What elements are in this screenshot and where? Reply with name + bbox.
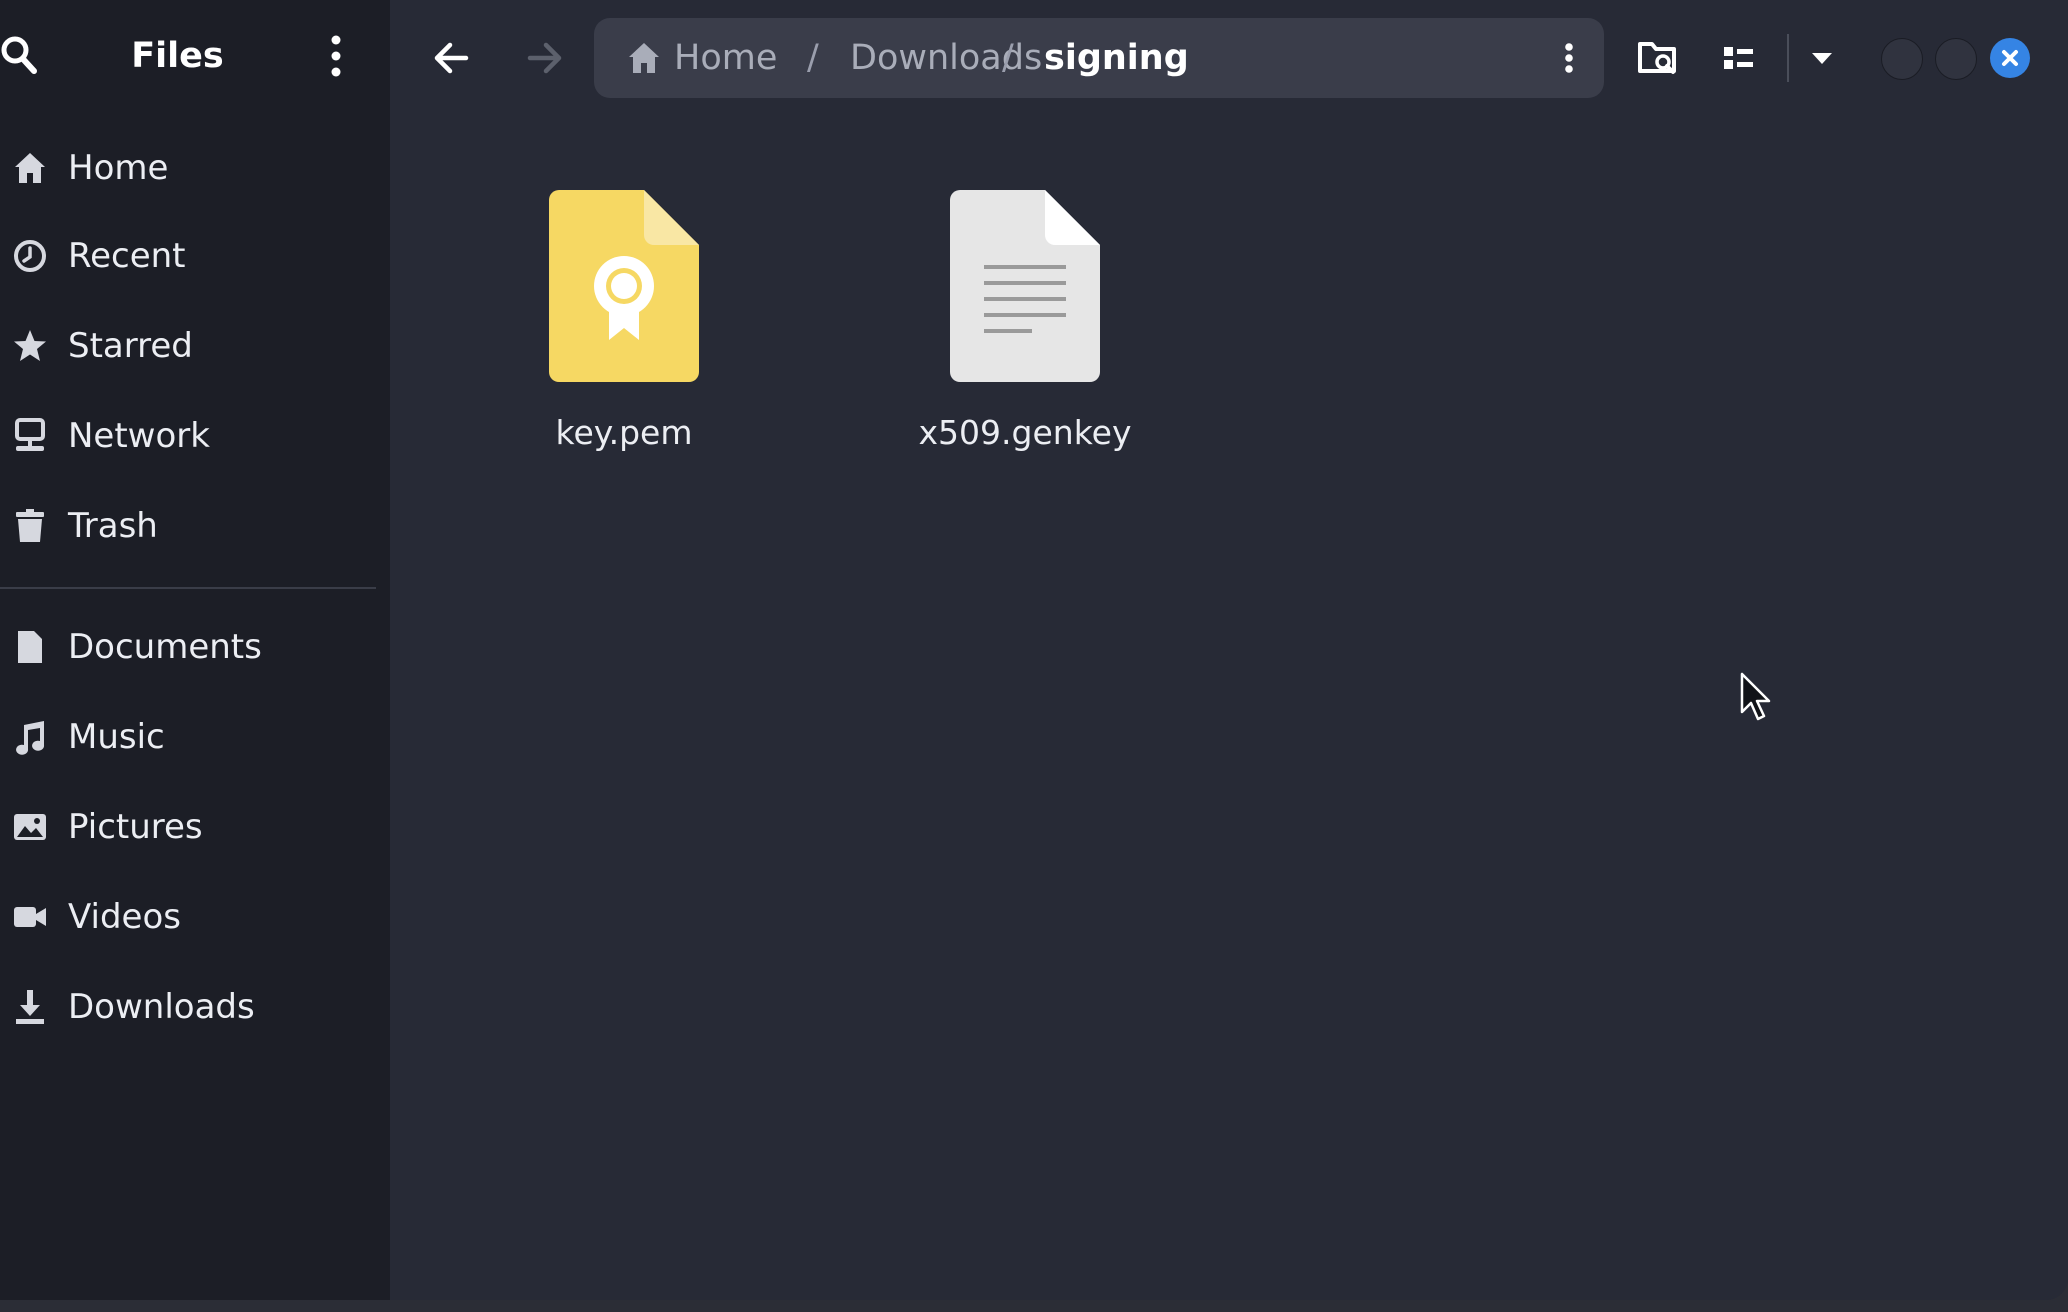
- sidebar-item-label: Pictures: [68, 807, 203, 847]
- sidebar-item-trash[interactable]: Trash: [0, 483, 380, 569]
- sidebar-item-videos[interactable]: Videos: [0, 874, 380, 960]
- pictures-icon: [14, 814, 46, 840]
- sidebar-divider: [0, 587, 376, 589]
- content-area: Home / Downloads / signing key.pem x509.…: [390, 0, 2068, 1300]
- sidebar-item-label: Trash: [68, 506, 158, 546]
- sidebar-item-downloads[interactable]: Downloads: [0, 964, 380, 1050]
- document-icon: [18, 631, 42, 663]
- header-bar: Home / Downloads / signing: [390, 0, 2068, 114]
- sidebar-item-label: Music: [68, 717, 165, 757]
- close-icon: [2002, 50, 2018, 66]
- text-file-icon: [950, 190, 1100, 382]
- chevron-down-icon: [1812, 53, 1832, 64]
- sidebar-item-network[interactable]: Network: [0, 393, 380, 479]
- star-icon: [14, 330, 46, 361]
- back-button[interactable]: [422, 30, 482, 86]
- search-button[interactable]: [0, 35, 38, 75]
- breadcrumb-current[interactable]: signing: [1044, 18, 1189, 98]
- path-bar: Home / Downloads / signing: [594, 18, 1604, 98]
- trash-icon: [16, 509, 44, 542]
- sidebar-item-label: Videos: [68, 897, 181, 937]
- sidebar-item-pictures[interactable]: Pictures: [0, 784, 380, 870]
- kebab-menu-icon: [1565, 43, 1573, 73]
- home-icon: [15, 153, 45, 183]
- arrow-right-icon: [527, 42, 562, 74]
- main-menu-button[interactable]: [318, 32, 354, 80]
- sidebar-item-label: Downloads: [68, 987, 255, 1027]
- file-name: key.pem: [555, 413, 693, 452]
- sidebar-header: Files: [0, 0, 390, 114]
- view-toggle-button[interactable]: [1710, 30, 1766, 86]
- kebab-menu-icon: [331, 35, 341, 77]
- home-icon: [629, 43, 659, 73]
- desktop-background-strip: [0, 1300, 2068, 1312]
- search-folder-button[interactable]: [1630, 30, 1686, 86]
- sidebar-item-starred[interactable]: Starred: [0, 303, 380, 389]
- file-manager-window: Files Home Recent Starred Network Trash …: [0, 0, 2068, 1300]
- download-icon: [16, 990, 44, 1024]
- file-item-x509-genkey[interactable]: x509.genkey: [875, 185, 1175, 465]
- sidebar-item-label: Network: [68, 416, 210, 456]
- video-icon: [14, 907, 46, 927]
- arrow-left-icon: [434, 42, 469, 74]
- sidebar-item-label: Starred: [68, 326, 193, 366]
- app-title: Files: [131, 36, 224, 76]
- mouse-cursor-icon: [1740, 672, 1771, 721]
- breadcrumb-separator: /: [1002, 38, 1014, 78]
- maximize-button[interactable]: [1935, 38, 1977, 80]
- sidebar-item-label: Documents: [68, 627, 262, 667]
- sidebar: Files Home Recent Starred Network Trash …: [0, 0, 390, 1300]
- list-view-icon: [1724, 47, 1753, 69]
- network-icon: [15, 418, 45, 451]
- folder-search-icon: [1638, 42, 1676, 74]
- music-icon: [16, 721, 45, 755]
- file-item-key-pem[interactable]: key.pem: [474, 185, 774, 465]
- search-icon: [1, 36, 37, 74]
- sidebar-item-label: Home: [68, 148, 169, 188]
- breadcrumb-separator: /: [807, 38, 819, 78]
- clock-icon: [14, 240, 46, 272]
- minimize-button[interactable]: [1881, 38, 1923, 80]
- view-options-button[interactable]: [1794, 30, 1850, 86]
- path-menu-button[interactable]: [1549, 34, 1589, 82]
- sidebar-item-label: Recent: [68, 236, 186, 276]
- sidebar-item-documents[interactable]: Documents: [0, 604, 380, 690]
- toolbar-divider: [1787, 34, 1789, 82]
- sidebar-item-home[interactable]: Home: [0, 125, 380, 211]
- sidebar-item-music[interactable]: Music: [0, 694, 380, 780]
- file-name: x509.genkey: [918, 413, 1132, 452]
- forward-button[interactable]: [514, 30, 574, 86]
- breadcrumb-home[interactable]: Home: [674, 18, 777, 98]
- certificate-file-icon: [549, 190, 699, 382]
- sidebar-item-recent[interactable]: Recent: [0, 213, 380, 299]
- close-button[interactable]: [1990, 38, 2030, 78]
